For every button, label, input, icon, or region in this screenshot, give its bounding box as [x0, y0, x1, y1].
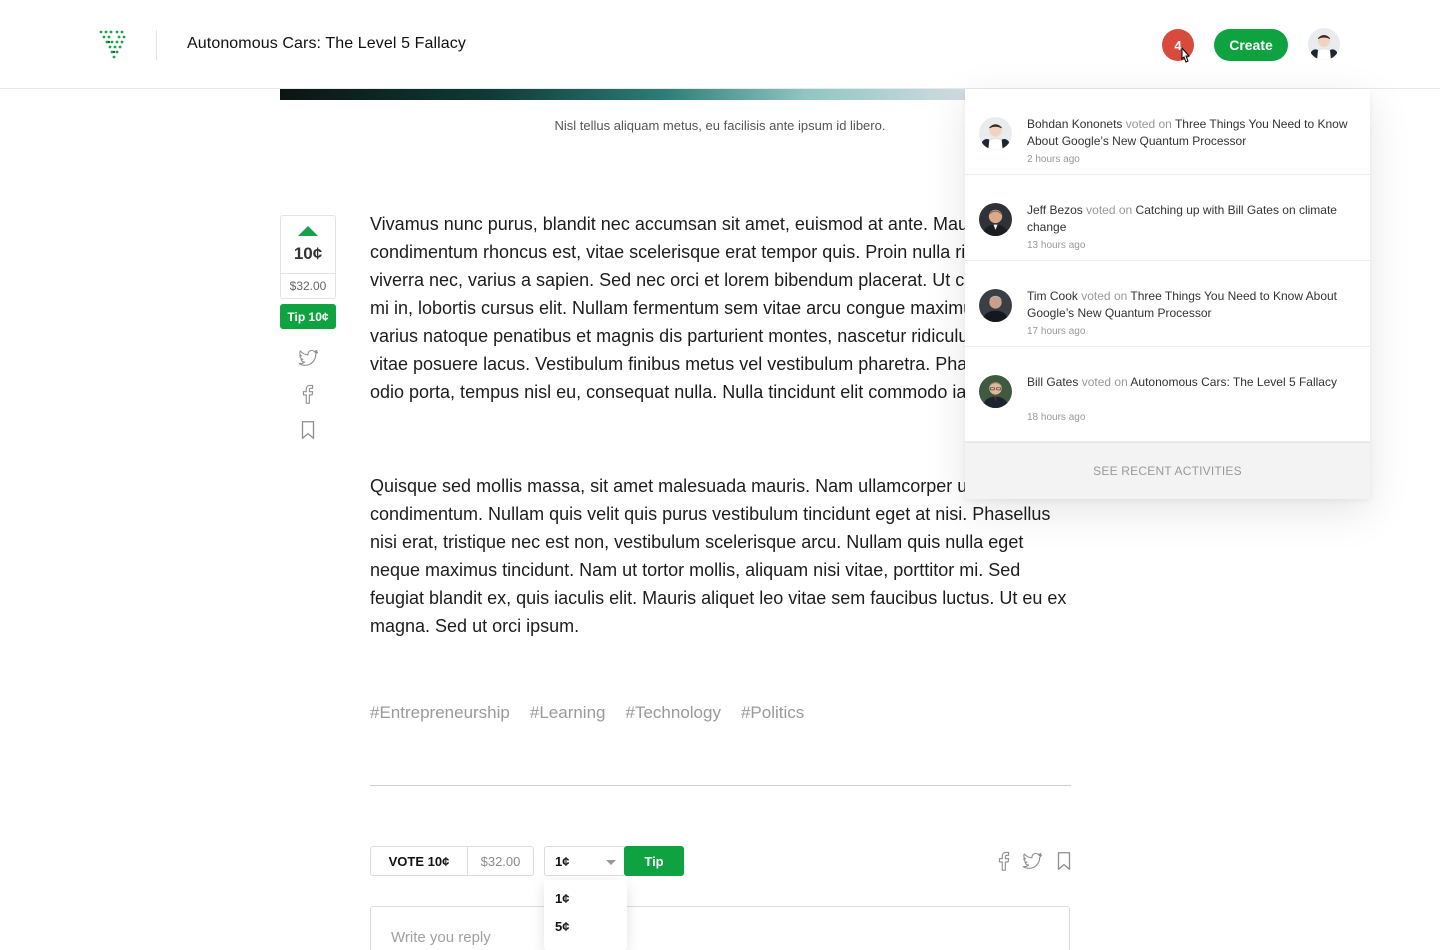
see-recent-activities-button[interactable]: SEE RECENT ACTIVITIES	[965, 442, 1370, 499]
notification-text: Bohdan Kononets voted on Three Things Yo…	[1027, 116, 1357, 150]
notification-time: 18 hours ago	[1027, 412, 1086, 423]
facebook-icon[interactable]	[993, 850, 1015, 872]
notification-user[interactable]: Bill Gates	[1027, 375, 1078, 389]
notification-time: 17 hours ago	[1027, 326, 1086, 337]
tag-list: #Entrepreneurship #Learning #Technology …	[370, 703, 804, 723]
bookmark-icon[interactable]	[1053, 850, 1075, 872]
tag-link[interactable]: #Learning	[530, 703, 606, 723]
notification-item[interactable]: Bill Gates voted on Autonomous Cars: The…	[965, 347, 1370, 442]
reply-input[interactable]: Write you reply	[370, 906, 1070, 950]
user-avatar-image	[1308, 28, 1340, 60]
tip-amount-dropdown: 1¢ 5¢	[544, 880, 627, 950]
notification-item[interactable]: Bohdan Kononets voted on Three Things Yo…	[965, 89, 1370, 175]
notification-verb: voted on	[1081, 375, 1128, 389]
tip-option[interactable]: 1¢	[555, 891, 569, 906]
notification-verb: voted on	[1125, 117, 1172, 131]
notification-item[interactable]: Tim Cook voted on Three Things You Need …	[965, 261, 1370, 347]
hero-image	[280, 89, 980, 100]
twitter-icon[interactable]	[1021, 850, 1043, 872]
notification-user[interactable]: Jeff Bezos	[1027, 203, 1083, 217]
avatar	[979, 203, 1012, 236]
top-header: Autonomous Cars: The Level 5 Fallacy 4 C…	[0, 0, 1440, 89]
chevron-down-icon	[606, 860, 616, 865]
twitter-icon[interactable]	[297, 347, 319, 369]
user-avatar[interactable]	[1308, 28, 1340, 60]
logo-icon[interactable]	[99, 29, 127, 60]
create-button[interactable]: Create	[1214, 29, 1288, 61]
tag-link[interactable]: #Technology	[626, 703, 721, 723]
tip-selected-value: 1¢	[555, 853, 570, 869]
notification-verb: voted on	[1081, 289, 1128, 303]
page-title: Autonomous Cars: The Level 5 Fallacy	[187, 35, 466, 52]
notification-verb: voted on	[1086, 203, 1133, 217]
vote-divider	[281, 273, 335, 274]
tip-option[interactable]: 5¢	[555, 919, 569, 934]
notification-item[interactable]: Jeff Bezos voted on Catching up with Bil…	[965, 175, 1370, 261]
divider	[370, 785, 1071, 786]
reply-placeholder: Write you reply	[391, 929, 491, 946]
tip-button[interactable]: Tip	[624, 846, 684, 876]
notification-link[interactable]: Autonomous Cars: The Level 5 Fallacy	[1130, 375, 1337, 389]
notification-text: Jeff Bezos voted on Catching up with Bil…	[1027, 202, 1357, 236]
notification-time: 13 hours ago	[1027, 240, 1086, 251]
bookmark-icon[interactable]	[297, 419, 319, 441]
notifications-panel: Bohdan Kononets voted on Three Things Yo…	[965, 89, 1370, 499]
tag-link[interactable]: #Politics	[741, 703, 804, 723]
notification-user[interactable]: Bohdan Kononets	[1027, 117, 1122, 131]
upvote-icon[interactable]	[298, 226, 318, 236]
facebook-icon[interactable]	[297, 383, 319, 405]
notification-text: Bill Gates voted on Autonomous Cars: The…	[1027, 374, 1357, 391]
cursor-icon	[1181, 47, 1191, 63]
vote-count: 10¢	[293, 244, 323, 263]
vote-button[interactable]: VOTE 10¢	[370, 846, 468, 876]
header-divider	[156, 30, 157, 60]
notification-user[interactable]: Tim Cook	[1027, 289, 1078, 303]
notification-time: 2 hours ago	[1027, 154, 1080, 165]
avatar	[979, 375, 1012, 408]
tag-link[interactable]: #Entrepreneurship	[370, 703, 510, 723]
notification-text: Tim Cook voted on Three Things You Need …	[1027, 288, 1357, 322]
tip-amount-select[interactable]: 1¢	[544, 846, 626, 876]
tip-side-button[interactable]: Tip 10¢	[280, 304, 336, 329]
vote-amount: $32.00	[289, 279, 327, 293]
vote-widget: 10¢ $32.00	[280, 215, 336, 299]
avatar	[979, 117, 1012, 150]
vote-total-amount: $32.00	[467, 846, 534, 876]
avatar	[979, 289, 1012, 322]
